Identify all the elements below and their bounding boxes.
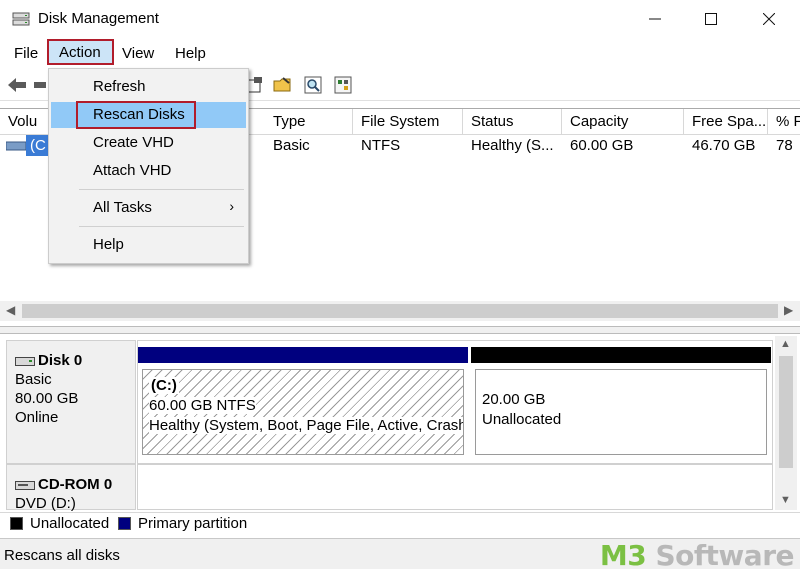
disk0-name: Disk 0 <box>38 352 83 369</box>
menu-bar: File Action View Help <box>0 38 800 68</box>
settings-icon <box>334 76 352 94</box>
column-capacity[interactable]: Capacity <box>562 109 684 135</box>
column-free-space[interactable]: Free Spa... <box>684 109 768 135</box>
minimize-icon <box>649 18 661 20</box>
search-button[interactable] <box>302 75 324 95</box>
menu-view[interactable]: View <box>115 41 161 67</box>
scroll-up-icon[interactable]: ▲ <box>780 338 791 350</box>
unallocated-size: 20.00 GB <box>482 391 546 408</box>
partition-unallocated[interactable]: 20.00 GB Unallocated <box>471 347 771 459</box>
menu-item-all-tasks[interactable]: All Tasks › <box>51 195 246 221</box>
partition-c-size: 60.00 GB NTFS <box>149 397 256 414</box>
pane-splitter[interactable] <box>0 326 800 334</box>
horizontal-scroll-thumb[interactable] <box>22 304 778 318</box>
unallocated-label: Unallocated <box>482 411 562 428</box>
partition-c[interactable]: (C:) 60.00 GB NTFS Healthy (System, Boot… <box>138 347 468 459</box>
folder-open-icon <box>273 77 291 92</box>
menu-item-create-vhd[interactable]: Create VHD <box>51 130 246 156</box>
m3-software-watermark: M3 Software <box>599 539 795 569</box>
menu-separator <box>79 189 244 190</box>
cdrom0-area <box>137 464 773 510</box>
cell-type: Basic <box>273 137 310 154</box>
unallocated-swatch <box>10 517 23 530</box>
back-arrow-icon <box>8 78 26 92</box>
disk0-type: Basic <box>15 371 52 388</box>
cdrom0-info[interactable]: CD-ROM 0 DVD (D:) <box>6 464 136 512</box>
rescan-highlight-callout <box>76 101 196 129</box>
cdrom-icon <box>15 480 35 490</box>
cell-free-space: 46.70 GB <box>692 137 756 154</box>
column-type[interactable]: Type <box>265 109 353 135</box>
disk0-info[interactable]: Disk 0 Basic 80.00 GB Online <box>6 340 136 464</box>
cdrom0-type: DVD (D:) <box>15 495 76 512</box>
chevron-right-icon: › <box>229 198 234 214</box>
legend-primary: Primary partition <box>138 515 248 532</box>
menu-item-refresh[interactable]: Refresh <box>51 74 246 100</box>
cell-status: Healthy (S... <box>471 137 554 154</box>
menu-action[interactable]: Action <box>47 39 114 65</box>
volume-icon <box>6 141 26 151</box>
search-icon <box>304 76 322 94</box>
close-button[interactable] <box>746 0 792 38</box>
status-text: Rescans all disks <box>4 547 120 564</box>
vertical-scroll-thumb[interactable] <box>779 356 793 468</box>
minimize-button[interactable] <box>632 0 678 38</box>
title-bar: Disk Management <box>0 0 800 38</box>
legend-unallocated: Unallocated <box>30 515 110 532</box>
scroll-right-icon[interactable]: ▶ <box>784 303 793 317</box>
status-bar: Rescans all disks M3 Software <box>0 538 800 569</box>
partition-c-status: Healthy (System, Boot, Page File, Active… <box>149 417 463 434</box>
disk-management-icon <box>12 12 30 26</box>
partition-c-label: (C:) <box>149 377 179 394</box>
cell-file-system: NTFS <box>361 137 401 154</box>
cdrom0-name: CD-ROM 0 <box>38 476 113 493</box>
disk-icon <box>15 356 35 366</box>
window-title: Disk Management <box>38 10 159 27</box>
disk-graphical-pane: Disk 0 Basic 80.00 GB Online (C:) 60.00 … <box>0 336 800 512</box>
vertical-scrollbar[interactable]: ▲ ▼ <box>775 336 797 510</box>
back-button[interactable] <box>6 75 28 95</box>
menu-item-help[interactable]: Help <box>51 232 246 258</box>
scroll-down-icon[interactable]: ▼ <box>780 494 791 506</box>
menu-help[interactable]: Help <box>168 41 213 67</box>
legend: Unallocated Primary partition <box>0 512 800 534</box>
action-menu: Refresh Rescan Disks Create VHD Attach V… <box>48 68 249 264</box>
cell-capacity: 60.00 GB <box>570 137 634 154</box>
column-percent-free[interactable]: % F <box>768 109 800 135</box>
open-button[interactable] <box>272 75 294 95</box>
primary-partition-swatch <box>118 517 131 530</box>
menu-file[interactable]: File <box>7 41 45 67</box>
column-file-system[interactable]: File System <box>353 109 463 135</box>
close-icon <box>763 13 775 25</box>
cell-percent-free: 78 <box>776 137 793 154</box>
menu-item-attach-vhd[interactable]: Attach VHD <box>51 158 246 184</box>
maximize-icon <box>705 13 717 25</box>
disk0-partitions: (C:) 60.00 GB NTFS Healthy (System, Boot… <box>137 340 773 464</box>
primary-partition-bar <box>138 347 468 363</box>
menu-separator <box>79 226 244 227</box>
maximize-button[interactable] <box>688 0 734 38</box>
all-tasks-label: All Tasks <box>93 199 152 216</box>
scroll-left-icon[interactable]: ◀ <box>6 303 15 317</box>
horizontal-scrollbar[interactable]: ◀ ▶ <box>0 301 800 321</box>
disk0-size: 80.00 GB <box>15 390 79 407</box>
unallocated-bar <box>471 347 771 363</box>
column-status[interactable]: Status <box>463 109 562 135</box>
settings-button[interactable] <box>332 75 354 95</box>
disk0-state: Online <box>15 409 59 426</box>
